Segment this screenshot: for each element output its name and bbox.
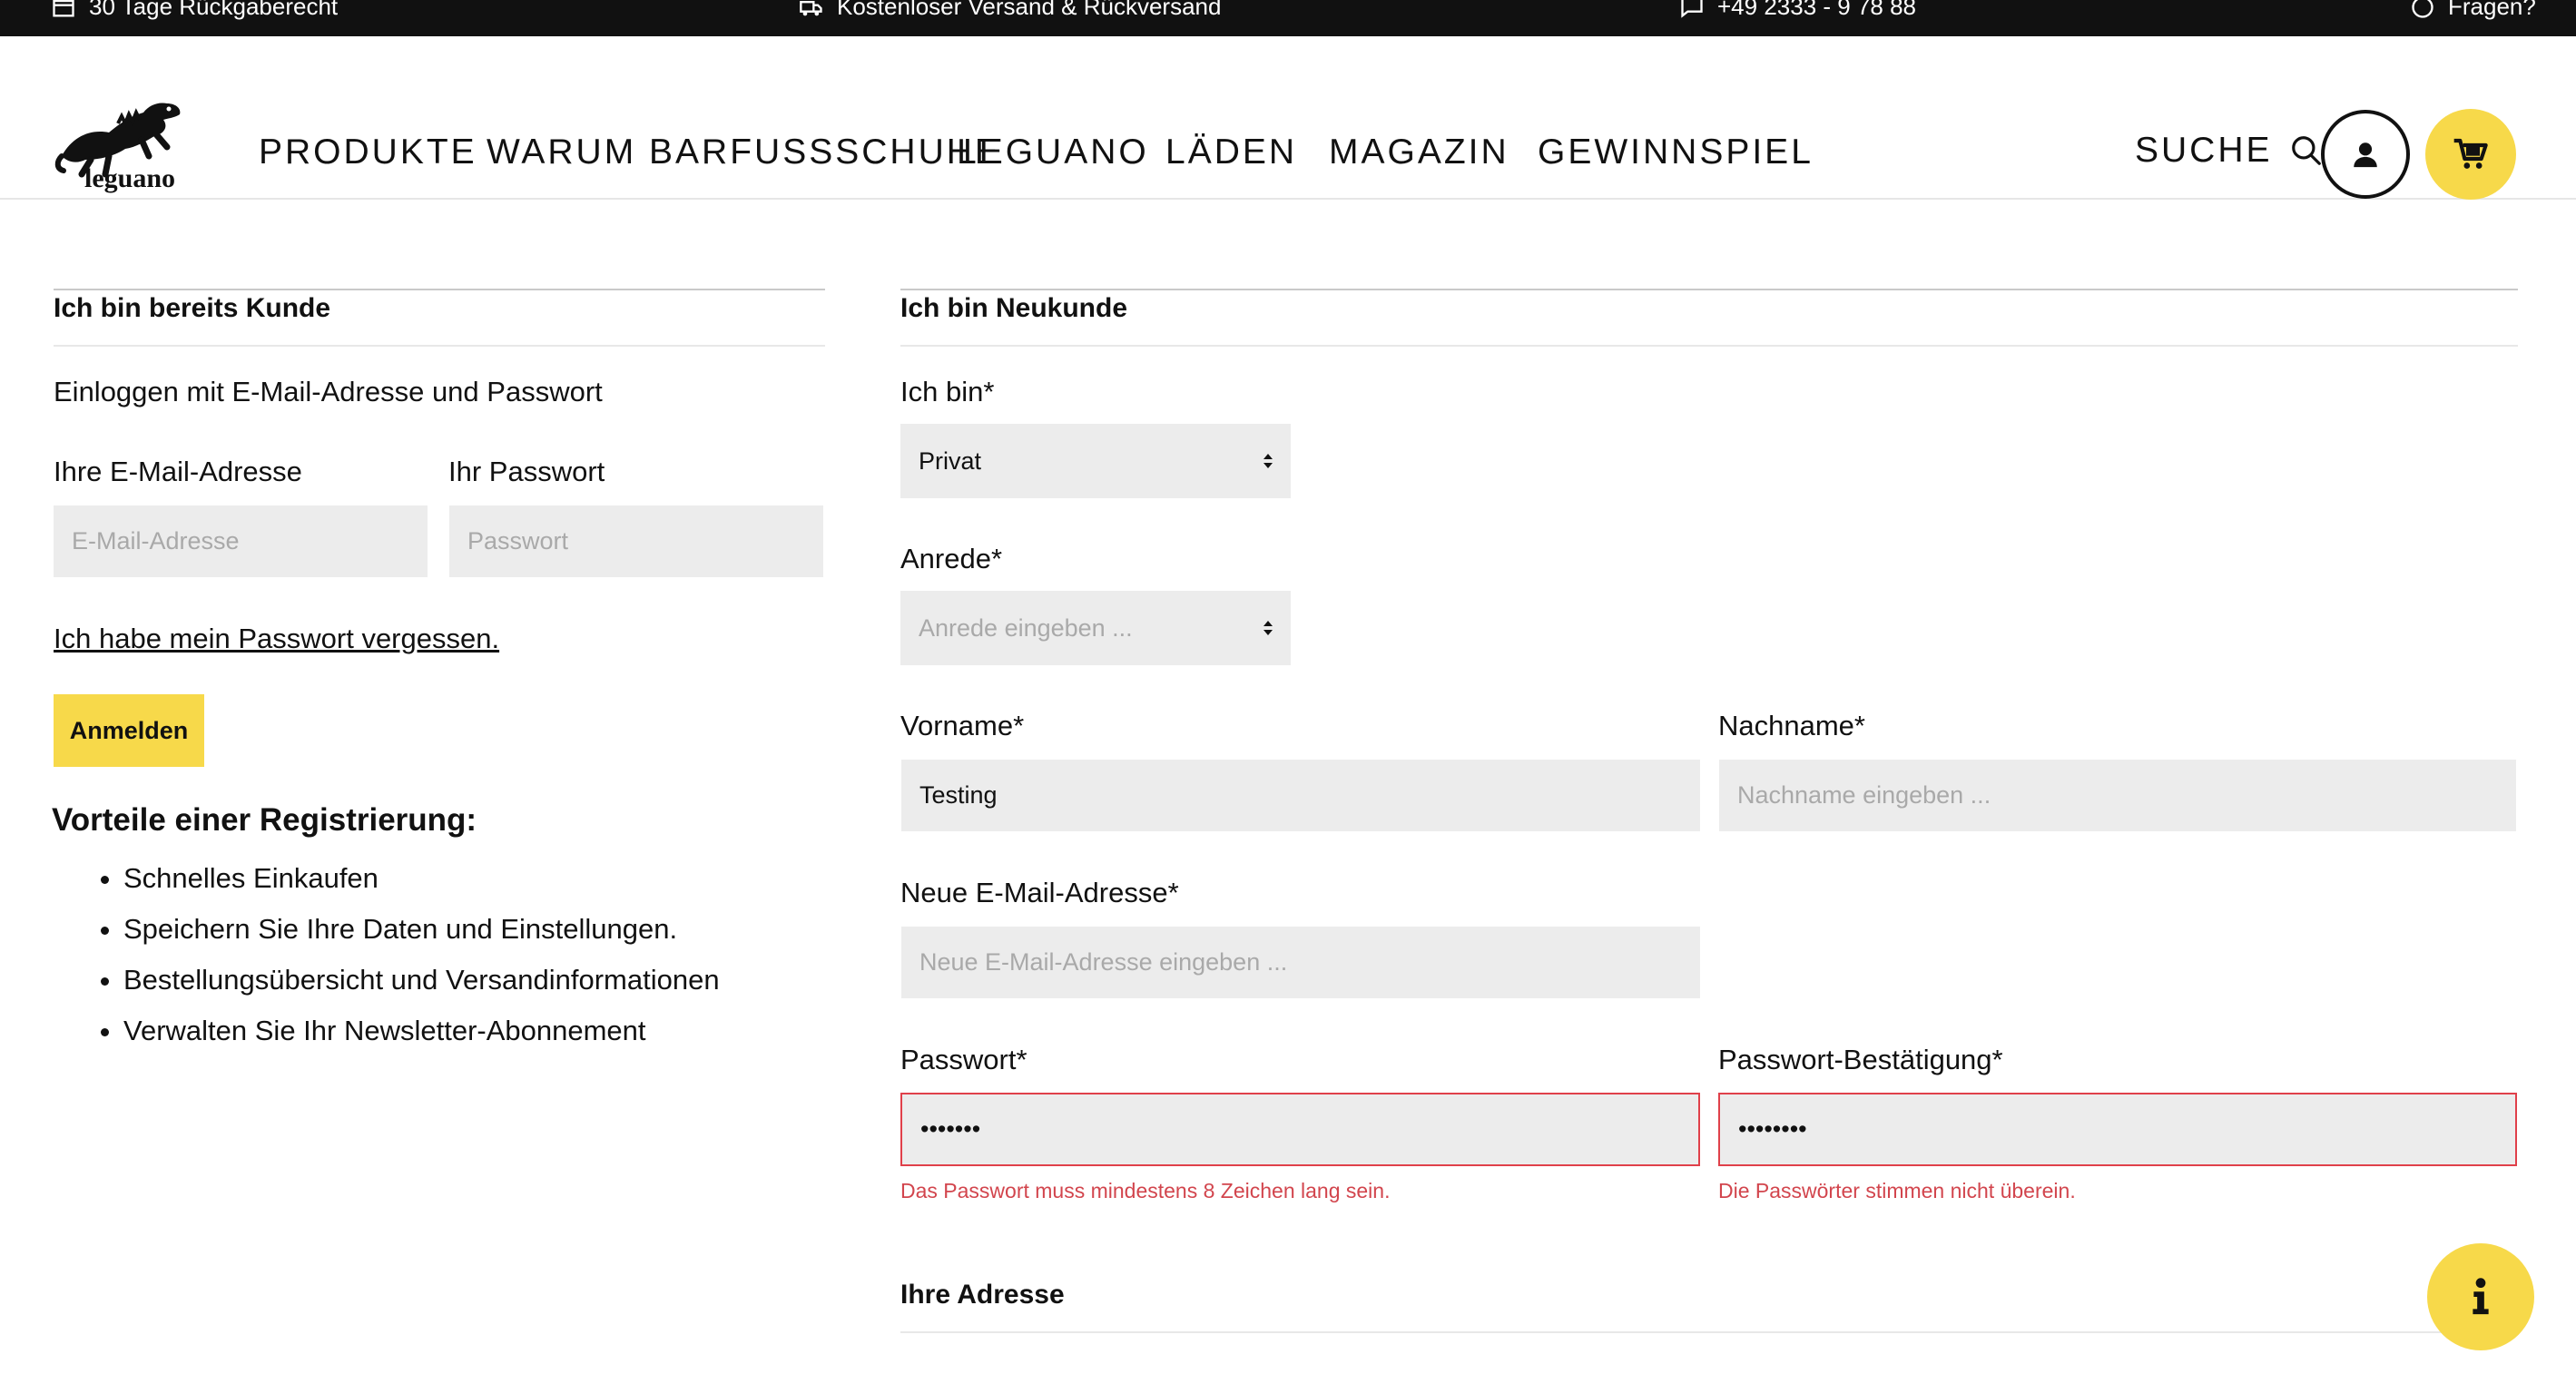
login-password-input[interactable] [449, 505, 823, 577]
question-icon [2412, 0, 2433, 18]
salutation-placeholder: Anrede eingeben ... [919, 613, 1133, 642]
nav-leguano[interactable]: LEGUANO [957, 132, 1149, 172]
salutation-select[interactable]: Anrede eingeben ... [900, 591, 1291, 665]
benefits-title: Vorteile einer Registrierung: [52, 802, 477, 838]
nav-produkte[interactable]: PRODUKTE [259, 132, 477, 172]
list-item: Verwalten Sie Ihr Newsletter-Abonnement [123, 1006, 720, 1056]
nav-magazin[interactable]: MAGAZIN [1329, 132, 1509, 172]
lastname-input[interactable] [1719, 760, 2516, 831]
login-title: Ich bin bereits Kunde [54, 293, 331, 323]
new-email-label: Neue E-Mail-Adresse* [900, 877, 1179, 908]
login-password-label: Ihr Passwort [448, 456, 605, 487]
password-error-message: Das Passwort muss mindestens 8 Zeichen l… [900, 1179, 1391, 1202]
select-arrows-icon [1263, 454, 1273, 468]
info-icon [2473, 1278, 2489, 1315]
firstname-label: Vorname* [900, 710, 1025, 741]
search-icon [2291, 136, 2321, 165]
login-email-input[interactable] [54, 505, 428, 577]
account-button[interactable] [2321, 110, 2410, 199]
login-divider-top [54, 289, 825, 290]
cart-icon [2453, 138, 2488, 169]
top-info-bar: 30 Tage Rückgaberecht Kostenloser Versan… [0, 0, 2576, 36]
new-email-input[interactable] [901, 927, 1700, 998]
list-item: Schnelles Einkaufen [123, 853, 720, 904]
questions-text: Fragen? [2448, 0, 2536, 20]
firstname-input[interactable] [901, 760, 1700, 831]
site-header: leguano PRODUKTE WARUM BARFUSSSCHUHE LEG… [0, 36, 2576, 200]
select-arrows-icon [1263, 621, 1273, 635]
register-title: Ich bin Neukunde [900, 293, 1128, 323]
cart-button[interactable] [2425, 109, 2516, 200]
info-button[interactable] [2427, 1243, 2534, 1350]
leguano-logo[interactable]: leguano [54, 73, 200, 200]
truck-icon [800, 0, 822, 15]
register-divider-bottom [900, 345, 2518, 347]
list-item: Speichern Sie Ihre Daten und Einstellung… [123, 904, 720, 955]
register-divider-top [900, 289, 2518, 290]
login-button[interactable]: Anmelden [54, 694, 204, 767]
password-confirm-label: Passwort-Bestätigung* [1718, 1044, 2003, 1075]
lastname-label: Nachname* [1718, 710, 1865, 741]
shipping-text: Kostenloser Versand & Rückversand [837, 0, 1222, 20]
benefits-list: Schnelles Einkaufen Speichern Sie Ihre D… [69, 853, 720, 1056]
customer-type-value: Privat [919, 447, 982, 475]
phone-info[interactable]: +49 2333 - 9 78 88 [1679, 0, 1916, 21]
user-icon [2354, 142, 2377, 168]
password-confirm-input[interactable] [1718, 1093, 2517, 1166]
returns-info: 30 Tage Rückgaberecht [51, 0, 338, 21]
search-button[interactable]: SUCHE [2135, 131, 2324, 171]
box-icon [53, 0, 74, 16]
nav-laeden[interactable]: LÄDEN [1165, 132, 1297, 172]
login-divider-bottom [54, 345, 825, 347]
questions-info[interactable]: Fragen? [2410, 0, 2536, 21]
login-email-label: Ihre E-Mail-Adresse [54, 456, 302, 487]
customer-type-label: Ich bin* [900, 376, 995, 407]
password-input[interactable] [900, 1093, 1700, 1166]
logo-wordmark: leguano [84, 163, 176, 193]
customer-type-select[interactable]: Privat [900, 424, 1291, 498]
shipping-info: Kostenloser Versand & Rückversand [799, 0, 1221, 21]
password-label: Passwort* [900, 1044, 1027, 1075]
returns-text: 30 Tage Rückgaberecht [89, 0, 339, 20]
salutation-label: Anrede* [900, 543, 1003, 574]
nav-warum-barfussschuhe[interactable]: WARUM BARFUSSSCHUHE [487, 132, 1001, 172]
phone-text: +49 2333 - 9 78 88 [1717, 0, 1917, 20]
address-title: Ihre Adresse [900, 1280, 1065, 1310]
forgot-password-link[interactable]: Ich habe mein Passwort vergessen. [54, 623, 499, 655]
chat-icon [1681, 0, 1703, 18]
address-divider [900, 1331, 2518, 1333]
nav-gewinnspiel[interactable]: GEWINNSPIEL [1538, 132, 1814, 172]
password-confirm-error-message: Die Passwörter stimmen nicht überein. [1718, 1179, 2076, 1202]
search-label: SUCHE [2135, 131, 2273, 170]
login-subtitle: Einloggen mit E-Mail-Adresse und Passwor… [54, 376, 603, 407]
list-item: Bestellungsübersicht und Versandinformat… [123, 955, 720, 1006]
